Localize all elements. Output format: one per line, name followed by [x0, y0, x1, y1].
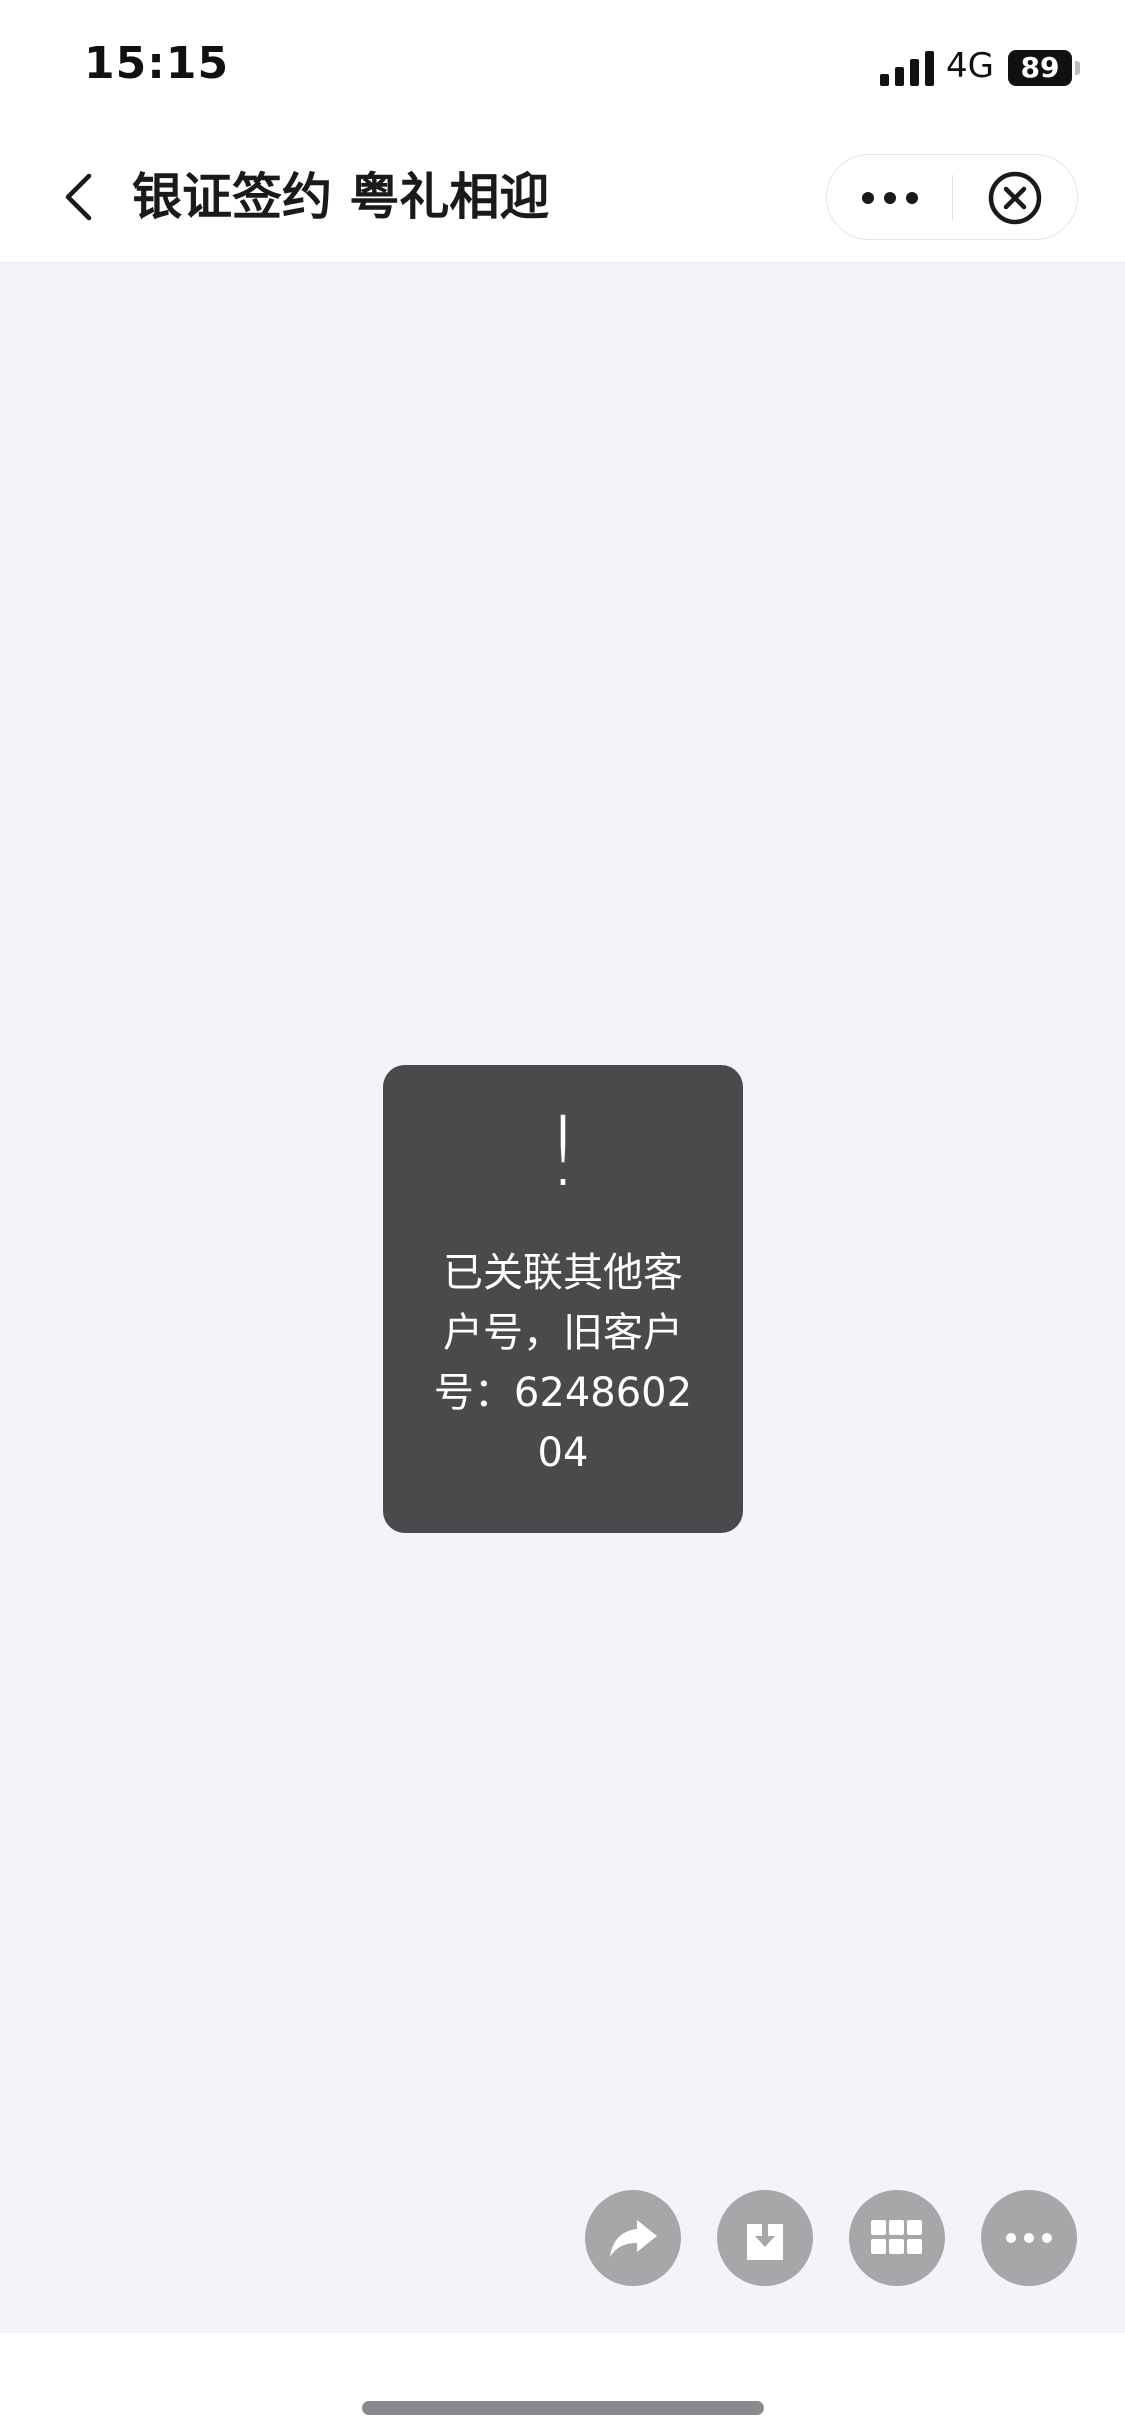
toast-message: 已关联其他客户号，旧客户号：624860204 [433, 1250, 693, 1476]
signal-icon [880, 51, 934, 86]
grid-button[interactable] [849, 2190, 945, 2286]
network-type: 4G [946, 46, 994, 86]
mini-program-capsule [826, 154, 1078, 240]
exclamation-icon: ! [543, 1096, 583, 1208]
toast-dialog: ! 已关联其他客户号，旧客户号：624860204 [383, 1065, 743, 1533]
download-icon [747, 2218, 783, 2260]
chevron-left-icon [65, 173, 92, 221]
page-title: 银证签约 粤礼相迎 [132, 168, 550, 226]
nav-bar: 银证签约 粤礼相迎 [0, 132, 1125, 263]
save-button[interactable] [717, 2190, 813, 2286]
more-actions-button[interactable] [981, 2190, 1077, 2286]
home-indicator[interactable] [362, 2401, 764, 2415]
grid-icon [871, 2220, 922, 2254]
bottom-safe-area [0, 2333, 1125, 2436]
circle-x-icon [988, 171, 1042, 225]
battery-level: 89 [1020, 51, 1060, 84]
status-time: 15:15 [84, 38, 230, 89]
back-button[interactable] [48, 162, 108, 232]
close-button[interactable] [953, 155, 1077, 241]
battery-icon: 89 [1008, 50, 1080, 86]
battery-tip [1075, 61, 1080, 75]
more-button[interactable] [827, 155, 952, 241]
ellipsis-icon [861, 192, 918, 204]
share-button[interactable] [585, 2190, 681, 2286]
status-bar: 15:15 4G 89 [0, 0, 1125, 132]
share-arrow-icon [610, 2220, 657, 2257]
ellipsis-icon [1006, 2233, 1052, 2243]
